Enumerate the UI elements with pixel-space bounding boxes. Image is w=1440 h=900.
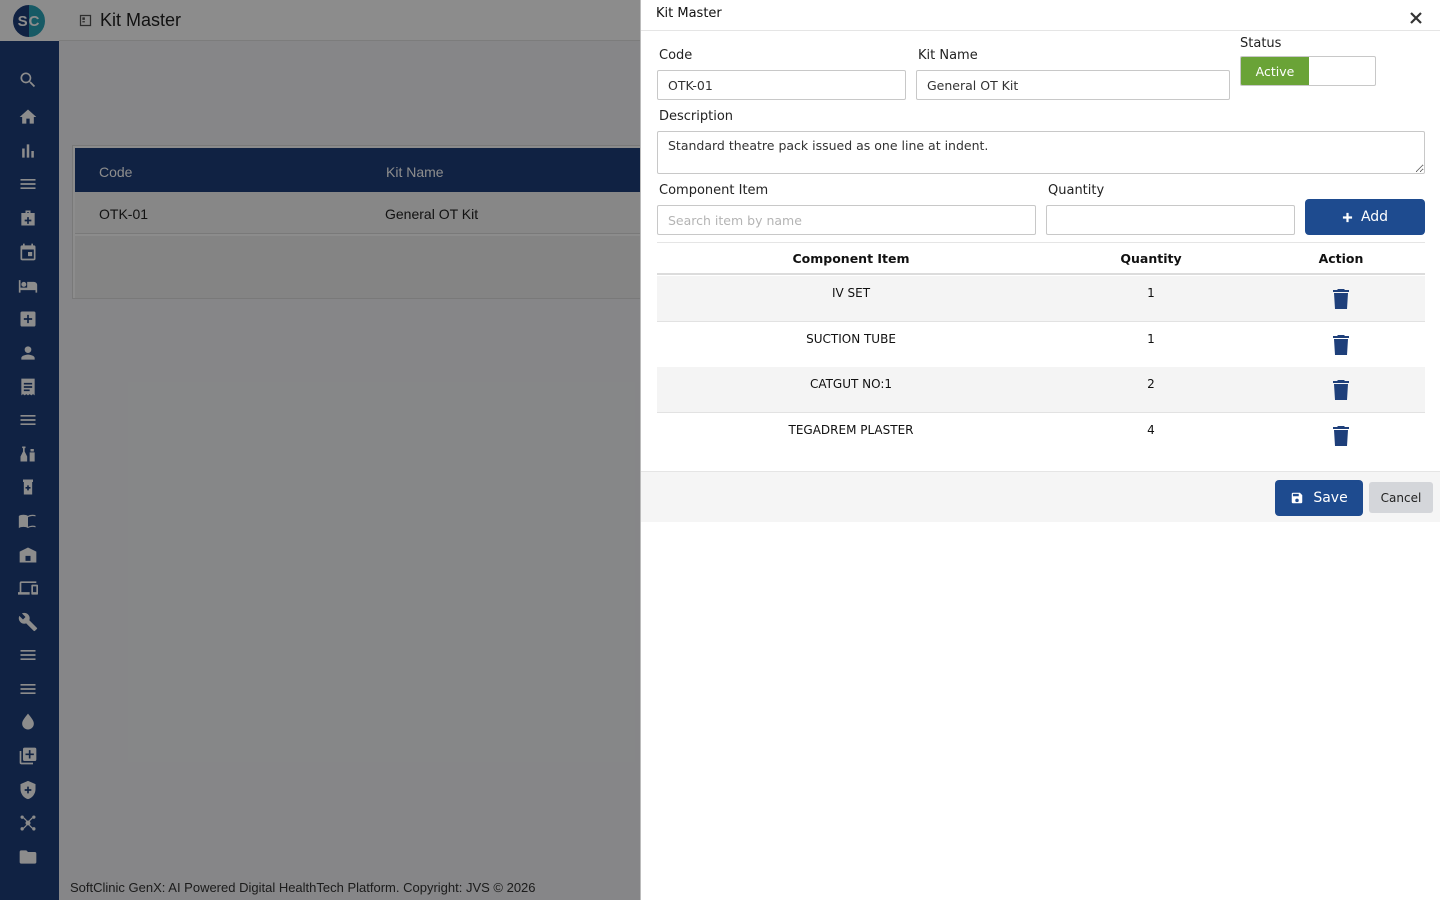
close-icon[interactable] — [1409, 10, 1423, 24]
save-icon — [1292, 492, 1303, 504]
cell-item: IV SET — [831, 286, 871, 300]
table-row: IV SET 1 — [657, 276, 1425, 322]
plus-icon — [1342, 212, 1353, 222]
code-input[interactable] — [657, 70, 906, 100]
save-button-label: Save — [1313, 490, 1348, 506]
cell-item: TEGADREM PLASTER — [788, 423, 914, 437]
kit-name-label: Kit Name — [918, 48, 978, 63]
col-component-item: Component Item — [792, 251, 910, 266]
cell-qty: 1 — [1147, 332, 1155, 346]
cell-qty: 1 — [1147, 286, 1155, 300]
cancel-button[interactable]: Cancel — [1369, 482, 1433, 513]
trash-icon[interactable] — [1332, 335, 1350, 355]
drawer-footer: Save Cancel — [641, 471, 1440, 522]
description-textarea[interactable]: Standard theatre pack issued as one line… — [657, 131, 1425, 174]
component-search-input[interactable] — [657, 205, 1036, 235]
description-label: Description — [659, 109, 734, 124]
trash-icon[interactable] — [1332, 380, 1350, 400]
quantity-label: Quantity — [1048, 183, 1105, 198]
drawer-title: Kit Master — [656, 6, 722, 21]
add-button-label: Add — [1360, 209, 1389, 225]
table-row: TEGADREM PLASTER 4 — [657, 413, 1425, 459]
add-button[interactable]: Add — [1305, 199, 1425, 235]
trash-icon[interactable] — [1332, 426, 1350, 446]
cell-item: CATGUT NO:1 — [809, 377, 893, 391]
col-action: Action — [1318, 251, 1364, 266]
status-label: Status — [1240, 36, 1282, 51]
table-row: CATGUT NO:1 2 — [657, 367, 1425, 413]
kit-master-drawer: Kit Master Code Kit Name Status Active D… — [640, 0, 1440, 900]
quantity-input[interactable] — [1046, 205, 1295, 235]
status-active: Active — [1241, 57, 1309, 85]
col-quantity: Quantity — [1120, 251, 1182, 266]
component-table-header: Component Item Quantity Action — [657, 242, 1425, 275]
cell-qty: 2 — [1147, 377, 1155, 391]
status-toggle[interactable]: Active — [1240, 56, 1376, 86]
cell-item: SUCTION TUBE — [806, 332, 896, 346]
cell-qty: 4 — [1147, 423, 1155, 437]
component-item-label: Component Item — [659, 183, 769, 198]
drawer-header: Kit Master — [641, 0, 1440, 31]
trash-icon[interactable] — [1332, 289, 1350, 309]
code-label: Code — [659, 48, 693, 63]
kit-name-input[interactable] — [916, 70, 1230, 100]
table-row: SUCTION TUBE 1 — [657, 322, 1425, 368]
save-button[interactable]: Save — [1275, 480, 1363, 516]
